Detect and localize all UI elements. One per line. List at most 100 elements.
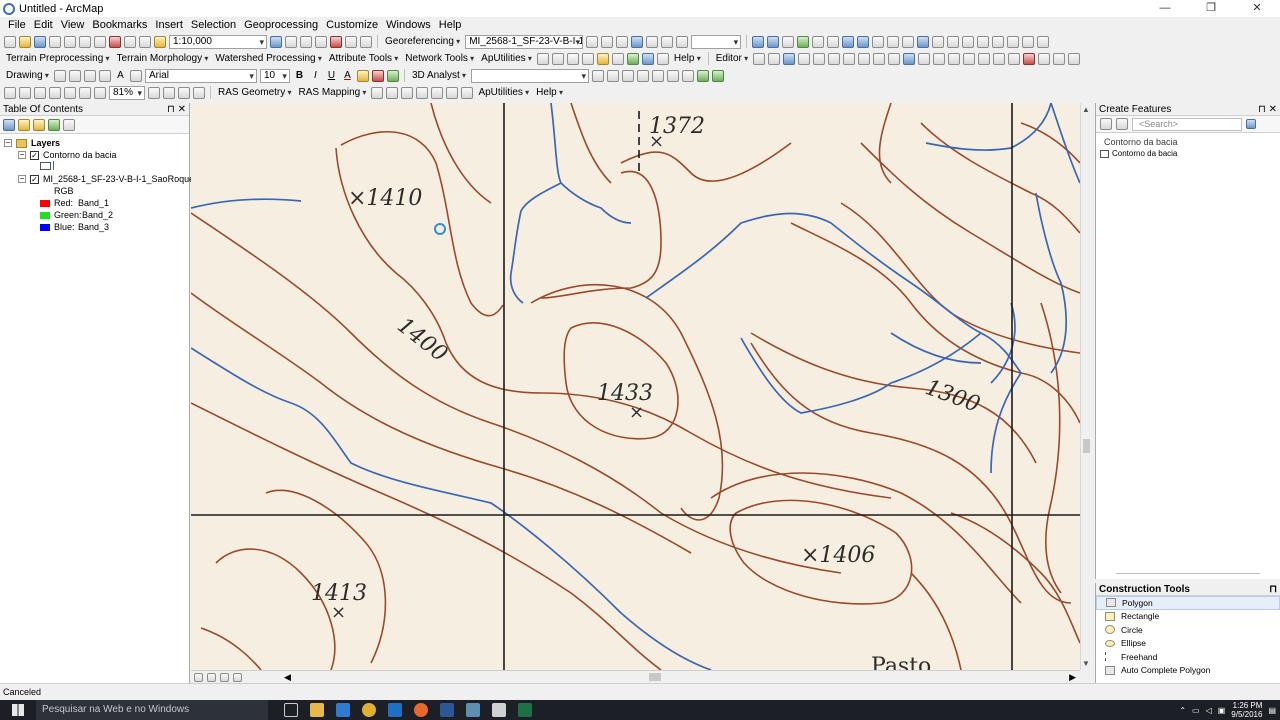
transform-icon[interactable] <box>1038 52 1051 65</box>
cut-icon[interactable] <box>64 35 76 48</box>
refresh-view-icon[interactable] <box>220 672 229 682</box>
html-popup-icon[interactable] <box>932 35 945 48</box>
file-explorer-icon[interactable] <box>310 703 324 717</box>
python-window-icon[interactable] <box>345 35 357 48</box>
tool-rectangle[interactable]: Rectangle <box>1096 610 1280 624</box>
find-binoculars-icon[interactable] <box>977 35 990 48</box>
toc-pin-close-icon[interactable]: ⊓ ✕ <box>167 103 186 116</box>
ras-mapping-menu[interactable]: RAS Mapping <box>297 87 369 98</box>
attributes-icon[interactable] <box>918 52 931 65</box>
focus-data-frame-icon[interactable] <box>163 86 175 99</box>
batch-point-icon[interactable] <box>536 52 549 65</box>
terrain-preprocessing-menu[interactable]: Terrain Preprocessing <box>4 53 112 64</box>
interpolate-point-icon[interactable] <box>652 69 664 82</box>
layer-row-raster[interactable]: − ✓ MI_2568-1_SF-23-V-B-I-1_SaoRoqueDeM <box>18 173 213 185</box>
trace-edit-icon[interactable] <box>813 52 826 65</box>
polygon-symbol[interactable] <box>40 161 51 170</box>
back-arrow-icon[interactable] <box>842 35 855 48</box>
green-swatch[interactable] <box>40 211 50 219</box>
reshape-icon[interactable] <box>858 52 871 65</box>
hydro-help-menu[interactable]: Help <box>672 53 703 64</box>
scroll-up-icon[interactable]: ▲ <box>1082 105 1090 114</box>
marker-color-icon[interactable] <box>386 69 399 82</box>
data-driven-pages-icon[interactable] <box>193 86 205 99</box>
line-of-sight-icon[interactable] <box>622 69 634 82</box>
edit-vertices-icon[interactable] <box>843 52 856 65</box>
copy-icon[interactable] <box>79 35 91 48</box>
flow-path-icon[interactable] <box>551 52 564 65</box>
go-to-xy-icon[interactable] <box>1007 35 1020 48</box>
menu-view[interactable]: View <box>57 19 89 31</box>
shift-icon[interactable] <box>601 35 614 48</box>
text-tool-icon[interactable]: A <box>114 70 127 81</box>
menu-selection[interactable]: Selection <box>187 19 240 31</box>
point-edit-icon[interactable] <box>828 52 841 65</box>
drawing-menu[interactable]: Drawing <box>4 70 51 81</box>
cut-polygons-icon[interactable] <box>873 52 886 65</box>
restore-button[interactable]: ❐ <box>1188 0 1234 17</box>
identify-icon[interactable] <box>917 35 930 48</box>
adjust-icon[interactable] <box>1068 52 1081 65</box>
interactive-flow-icon[interactable] <box>596 52 609 65</box>
tool-ellipse[interactable]: Ellipse <box>1096 637 1280 651</box>
arcscene-icon[interactable] <box>697 69 709 82</box>
layout-view-icon[interactable] <box>207 672 216 682</box>
auto-adjust-icon[interactable] <box>661 35 674 48</box>
layout-zoom-select[interactable]: 81% <box>109 85 145 100</box>
terrain-morphology-menu[interactable]: Terrain Morphology <box>115 53 211 64</box>
hyperlink-icon[interactable] <box>947 35 960 48</box>
filter-templates-icon[interactable] <box>1116 118 1128 130</box>
change-layout-icon[interactable] <box>178 86 190 99</box>
print-icon[interactable] <box>49 35 61 48</box>
straight-segment-icon[interactable] <box>783 52 796 65</box>
georef-value-input[interactable] <box>691 34 742 49</box>
volume-icon[interactable]: ◁ <box>1206 706 1212 715</box>
scroll-down-icon[interactable]: ▼ <box>1082 659 1090 668</box>
organize-templates-icon[interactable] <box>1100 118 1112 130</box>
font-size-select[interactable]: 10 <box>259 68 290 83</box>
data-view-icon[interactable] <box>194 672 203 682</box>
table-of-contents-icon[interactable] <box>285 35 297 48</box>
ras-tool-4-icon[interactable] <box>416 86 429 99</box>
search-window-icon[interactable] <box>315 35 327 48</box>
layout-fixed-in-icon[interactable] <box>64 86 76 99</box>
contour-icon[interactable] <box>592 69 604 82</box>
layer-visibility-checkbox[interactable]: ✓ <box>30 174 39 184</box>
arcglobe-icon[interactable] <box>712 69 724 82</box>
profile-graph-icon[interactable] <box>682 69 694 82</box>
font-color-icon[interactable]: A <box>341 70 354 81</box>
editor-menu[interactable]: Editor <box>714 53 750 64</box>
fill-color-icon[interactable] <box>356 69 369 82</box>
network-tools-menu[interactable]: Network Tools <box>403 53 476 64</box>
interpolate-polygon-icon[interactable] <box>667 69 679 82</box>
word-icon[interactable] <box>440 703 454 717</box>
layout-fixed-out-icon[interactable] <box>79 86 91 99</box>
ras-tool-7-icon[interactable] <box>461 86 474 99</box>
map-display[interactable]: 1372 × ×1410 1400 1433 × 1300 ×1406 1413… <box>191 103 1080 670</box>
model-builder-icon[interactable] <box>360 35 372 48</box>
snapping-icon[interactable] <box>978 52 991 65</box>
panel-pin-close-icon[interactable]: ⊓ ✕ <box>1258 103 1277 116</box>
rubber-sheet-icon[interactable] <box>1053 52 1066 65</box>
pause-drawing-icon[interactable] <box>233 672 242 682</box>
forward-arrow-icon[interactable] <box>857 35 870 48</box>
trace-icon[interactable] <box>581 52 594 65</box>
full-extent-globe-icon[interactable] <box>797 35 810 48</box>
topology-icon[interactable] <box>963 52 976 65</box>
toggle-draft-icon[interactable] <box>148 86 160 99</box>
edge-browser-icon[interactable] <box>336 703 350 717</box>
arctoolbox-icon[interactable] <box>330 35 342 48</box>
3d-analyst-menu[interactable]: 3D Analyst <box>410 70 468 81</box>
select-features-icon[interactable] <box>872 35 885 48</box>
ras-tool-5-icon[interactable] <box>431 86 444 99</box>
taskbar-search-input[interactable]: Pesquisar na Web e no Windows <box>36 700 268 720</box>
collapse-icon[interactable]: − <box>18 151 26 159</box>
fixed-zoom-in-icon[interactable] <box>812 35 825 48</box>
globe-nav-icon[interactable] <box>626 52 639 65</box>
reset-transform-icon[interactable] <box>676 35 689 48</box>
edit-vertices-draw-icon[interactable] <box>129 69 142 82</box>
georef-links-icon[interactable] <box>993 52 1006 65</box>
time-slider-icon[interactable] <box>1022 35 1035 48</box>
layer-visibility-checkbox[interactable]: ✓ <box>30 150 39 160</box>
toc-options-icon[interactable] <box>63 118 75 131</box>
